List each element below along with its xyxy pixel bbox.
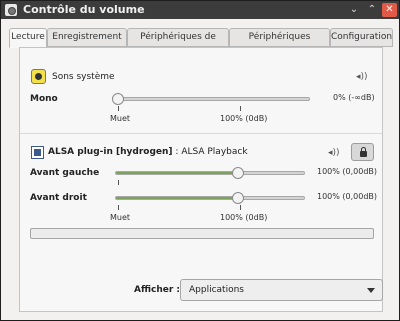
- stream-name: ALSA Playback: [181, 147, 248, 157]
- close-button[interactable]: ✕: [382, 3, 397, 17]
- title-bar: Contrôle du volume ⌄ ⌃ ✕: [1, 1, 399, 19]
- stream-app-name: ALSA plug-in [hydrogen]: [48, 147, 173, 157]
- front-left-tick: [118, 180, 119, 185]
- mono-scale-100: 100% (0dB): [220, 114, 268, 123]
- stream-title-separator: :: [172, 147, 182, 157]
- front-left-value: 100% (0,00dB): [317, 167, 378, 176]
- dropdown-arrow-icon: [367, 288, 375, 293]
- tab-configuration[interactable]: Configuration: [330, 28, 393, 47]
- front-right-value: 100% (0,00dB): [317, 192, 378, 201]
- minimize-button[interactable]: ⌄: [347, 3, 361, 17]
- mono-tick-100: [240, 106, 241, 111]
- system-sounds-icon: [31, 69, 46, 84]
- front-left-label: Avant gauche: [30, 168, 100, 178]
- stream-mute-icon[interactable]: ◂)): [328, 148, 340, 158]
- mono-slider-handle[interactable]: [112, 93, 124, 105]
- front-left-slider-fill: [116, 172, 239, 174]
- show-filter-label: Afficher :: [134, 285, 181, 295]
- stream-tick-muted: [118, 205, 119, 210]
- stream-scale-muted: Muet: [110, 213, 131, 222]
- volume-app-icon: [5, 4, 17, 16]
- lock-channels-button[interactable]: [351, 143, 374, 161]
- front-left-slider[interactable]: [115, 171, 305, 175]
- tab-output-devices[interactable]: Périphériques de sortie: [127, 28, 229, 59]
- stream-peak-meter: [30, 228, 374, 239]
- stream-title: ALSA plug-in [hydrogen] : ALSA Playback: [48, 147, 248, 157]
- show-filter-value: Applications: [189, 285, 244, 295]
- tab-recording[interactable]: Enregistrement: [47, 28, 127, 47]
- window-title: Contrôle du volume: [23, 3, 145, 16]
- front-right-slider-fill: [116, 197, 239, 199]
- mono-tick-muted: [118, 106, 119, 111]
- show-filter-dropdown[interactable]: Applications: [180, 279, 383, 301]
- mono-volume-value: 0% (-∞dB): [333, 93, 375, 102]
- stream-tick-100: [240, 205, 241, 210]
- mono-channel-label: Mono: [30, 94, 58, 104]
- playback-panel: Sons système ◂)) Mono 0% (-∞dB) Muet 100…: [19, 47, 383, 312]
- alsa-stream-icon: [31, 146, 44, 159]
- front-left-slider-handle[interactable]: [232, 167, 244, 179]
- tab-playback[interactable]: Lecture: [9, 28, 47, 48]
- mono-scale-muted: Muet: [110, 114, 131, 123]
- mono-volume-slider[interactable]: [115, 97, 310, 101]
- section-divider: [20, 133, 382, 134]
- front-right-label: Avant droit: [30, 193, 87, 203]
- front-right-slider[interactable]: [115, 196, 305, 200]
- front-right-slider-handle[interactable]: [232, 192, 244, 204]
- maximize-button[interactable]: ⌃: [365, 3, 379, 17]
- tab-input-devices[interactable]: Périphériques d'entrée: [229, 28, 330, 59]
- volume-control-window: Contrôle du volume ⌄ ⌃ ✕ Lecture Enregis…: [0, 0, 400, 321]
- system-sounds-title: Sons système: [52, 72, 115, 82]
- stream-scale-100: 100% (0dB): [220, 213, 268, 222]
- system-sounds-mute-icon[interactable]: ◂)): [356, 72, 368, 82]
- lock-icon: [360, 151, 367, 157]
